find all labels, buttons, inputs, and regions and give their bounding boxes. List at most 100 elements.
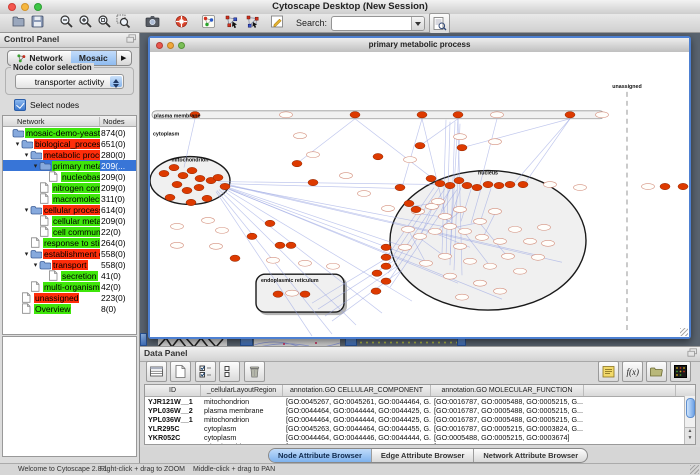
zoom-in-icon[interactable] — [77, 13, 94, 30]
network-node-unselected[interactable] — [432, 198, 445, 204]
vizmapper-icon[interactable] — [200, 13, 217, 30]
network-node-highlighted[interactable] — [373, 153, 383, 159]
network-node-highlighted[interactable] — [182, 187, 192, 193]
table-cell[interactable]: [GO:0005488, GO:0005215, GO:0003674] — [431, 433, 584, 442]
table-cell[interactable]: [GO:0016787, GO:0005488, GO:0005215, G..… — [431, 442, 584, 445]
network-node-unselected[interactable] — [382, 205, 395, 211]
column-header-annotation-go-cellular-component[interactable]: annotation.GO CELLULAR_COMPONENT — [283, 385, 431, 396]
network-node-highlighted[interactable] — [350, 112, 360, 118]
zoom-selected-icon[interactable] — [115, 13, 132, 30]
table-cell[interactable] — [584, 415, 676, 424]
control-panel-header[interactable]: Control Panel — [0, 33, 139, 48]
search-input[interactable] — [331, 16, 425, 31]
scrollbar-thumb[interactable] — [686, 398, 695, 418]
table-cell[interactable]: [GO:0044464, GO:0044444, GO:0044425, G..… — [283, 415, 431, 424]
network-edge[interactable] — [298, 119, 355, 163]
network-node-unselected[interactable] — [489, 139, 502, 145]
network-node-unselected[interactable] — [491, 112, 504, 118]
network-edge[interactable] — [402, 119, 422, 188]
network-node-unselected[interactable] — [444, 273, 457, 279]
tab-network-attribute-browser[interactable]: Network Attribute Browser — [474, 449, 587, 462]
network-node-unselected[interactable] — [459, 228, 472, 234]
network-node-highlighted[interactable] — [445, 182, 455, 188]
layout-b-icon[interactable] — [244, 13, 261, 30]
tree-expand-arrow[interactable]: ▾ — [32, 162, 39, 170]
tree-row-cellular-metabo[interactable]: cellular metabo209(0) — [3, 215, 136, 226]
network-window-titlebar[interactable]: primary metabolic process — [150, 38, 689, 53]
help-icon[interactable] — [173, 13, 190, 30]
network-node-unselected[interactable] — [202, 217, 215, 223]
table-cell[interactable]: cytoplasm — [201, 433, 283, 442]
network-node-unselected[interactable] — [484, 263, 497, 269]
tree-column-network[interactable]: Network — [17, 117, 45, 126]
network-node-unselected[interactable] — [642, 184, 655, 190]
window-resize-grip[interactable] — [680, 328, 688, 336]
network-node-highlighted[interactable] — [411, 206, 421, 212]
tree-expand-arrow[interactable]: ▾ — [23, 151, 30, 159]
network-node-unselected[interactable] — [489, 208, 502, 214]
table-cell[interactable]: mitochondrion — [201, 442, 283, 445]
table-cell[interactable]: [GO:0016787, GO:0005488, GO:0005215, G..… — [431, 397, 584, 406]
network-node-highlighted[interactable] — [202, 195, 212, 201]
table-cell[interactable] — [584, 424, 676, 433]
table-cell[interactable] — [584, 406, 676, 415]
function-builder-icon[interactable]: f(x) — [622, 361, 643, 382]
open-file-icon[interactable] — [10, 13, 27, 30]
network-node-unselected[interactable] — [454, 243, 467, 249]
scrollbar-arrows[interactable]: ▲▼ — [685, 427, 695, 444]
network-node-unselected[interactable] — [596, 112, 609, 118]
tree-row-cell-communicat[interactable]: cell communicat22(0) — [3, 226, 136, 237]
tree-row-cellular-process[interactable]: ▾cellular process614(0) — [3, 204, 136, 215]
network-node-unselected[interactable] — [474, 218, 487, 224]
tab-node-attribute-browser[interactable]: Node Attribute Browser — [269, 449, 372, 462]
network-canvas[interactable]: plasma membrane cytoplasm mitochondrion … — [150, 52, 689, 337]
attribute-table-icon[interactable] — [146, 361, 167, 382]
tree-expand-arrow[interactable]: ▾ — [32, 261, 39, 269]
network-node-unselected[interactable] — [358, 191, 371, 197]
network-node-unselected[interactable] — [544, 182, 557, 188]
search-dropdown-arrow[interactable] — [411, 17, 424, 30]
network-node-highlighted[interactable] — [454, 177, 464, 183]
notes-icon[interactable] — [598, 361, 619, 382]
birds-eye-view[interactable] — [2, 336, 137, 457]
tree-row-secretion[interactable]: secretion41(0) — [3, 270, 136, 281]
table-cell[interactable]: [GO:0016787, GO:0005215, GO:0003824, G..… — [431, 424, 584, 433]
network-node-highlighted[interactable] — [230, 255, 240, 261]
tree-row-macromolecule[interactable]: macromolecule311(0) — [3, 193, 136, 204]
delete-attribute-icon[interactable] — [244, 361, 265, 382]
network-node-highlighted[interactable] — [494, 182, 504, 188]
column-header--cellularlayoutregion[interactable]: _cellularLayoutRegion — [201, 385, 283, 396]
network-node-highlighted[interactable] — [518, 181, 528, 187]
network-edge[interactable] — [524, 119, 570, 185]
network-view-window[interactable]: primary metabolic process plasma — [148, 36, 691, 339]
background-window-edge[interactable] — [140, 333, 147, 346]
tree-row-nucleobase-[interactable]: nucleobase-209(0) — [3, 171, 136, 182]
network-node-unselected[interactable] — [456, 294, 469, 300]
network-node-unselected[interactable] — [514, 268, 527, 274]
node-color-dropdown[interactable]: transporter activity — [15, 74, 124, 89]
network-node-highlighted[interactable] — [213, 174, 223, 180]
table-cell[interactable]: plasma membrane — [201, 406, 283, 415]
network-node-unselected[interactable] — [286, 290, 299, 296]
annotation-icon[interactable] — [269, 13, 286, 30]
network-node-highlighted[interactable] — [404, 200, 414, 206]
network-node-highlighted[interactable] — [381, 278, 391, 284]
table-row[interactable]: YPL036W__1mitochondrion[GO:0044464, GO:0… — [145, 415, 695, 424]
network-node-highlighted[interactable] — [462, 182, 472, 188]
network-node-highlighted[interactable] — [426, 175, 436, 181]
table-cell[interactable]: [GO:0016787, GO:0005488, GO:0005215, G..… — [431, 415, 584, 424]
network-node-highlighted[interactable] — [187, 167, 197, 173]
table-cell[interactable]: mitochondrion — [201, 415, 283, 424]
network-node-highlighted[interactable] — [172, 181, 182, 187]
tree-row-unassigned[interactable]: unassigned223(0) — [3, 292, 136, 303]
network-node-unselected[interactable] — [476, 234, 489, 240]
network-node-highlighted[interactable] — [417, 112, 427, 118]
matrix-view-icon[interactable] — [670, 361, 691, 382]
network-node-unselected[interactable] — [340, 173, 353, 179]
network-node-highlighted[interactable] — [275, 242, 285, 248]
network-node-unselected[interactable] — [524, 238, 537, 244]
network-node-highlighted[interactable] — [169, 164, 179, 170]
network-edge[interactable] — [420, 119, 458, 146]
attribute-table[interactable]: ID_cellularLayoutRegionannotation.GO CEL… — [144, 384, 696, 445]
network-node-highlighted[interactable] — [220, 183, 230, 189]
